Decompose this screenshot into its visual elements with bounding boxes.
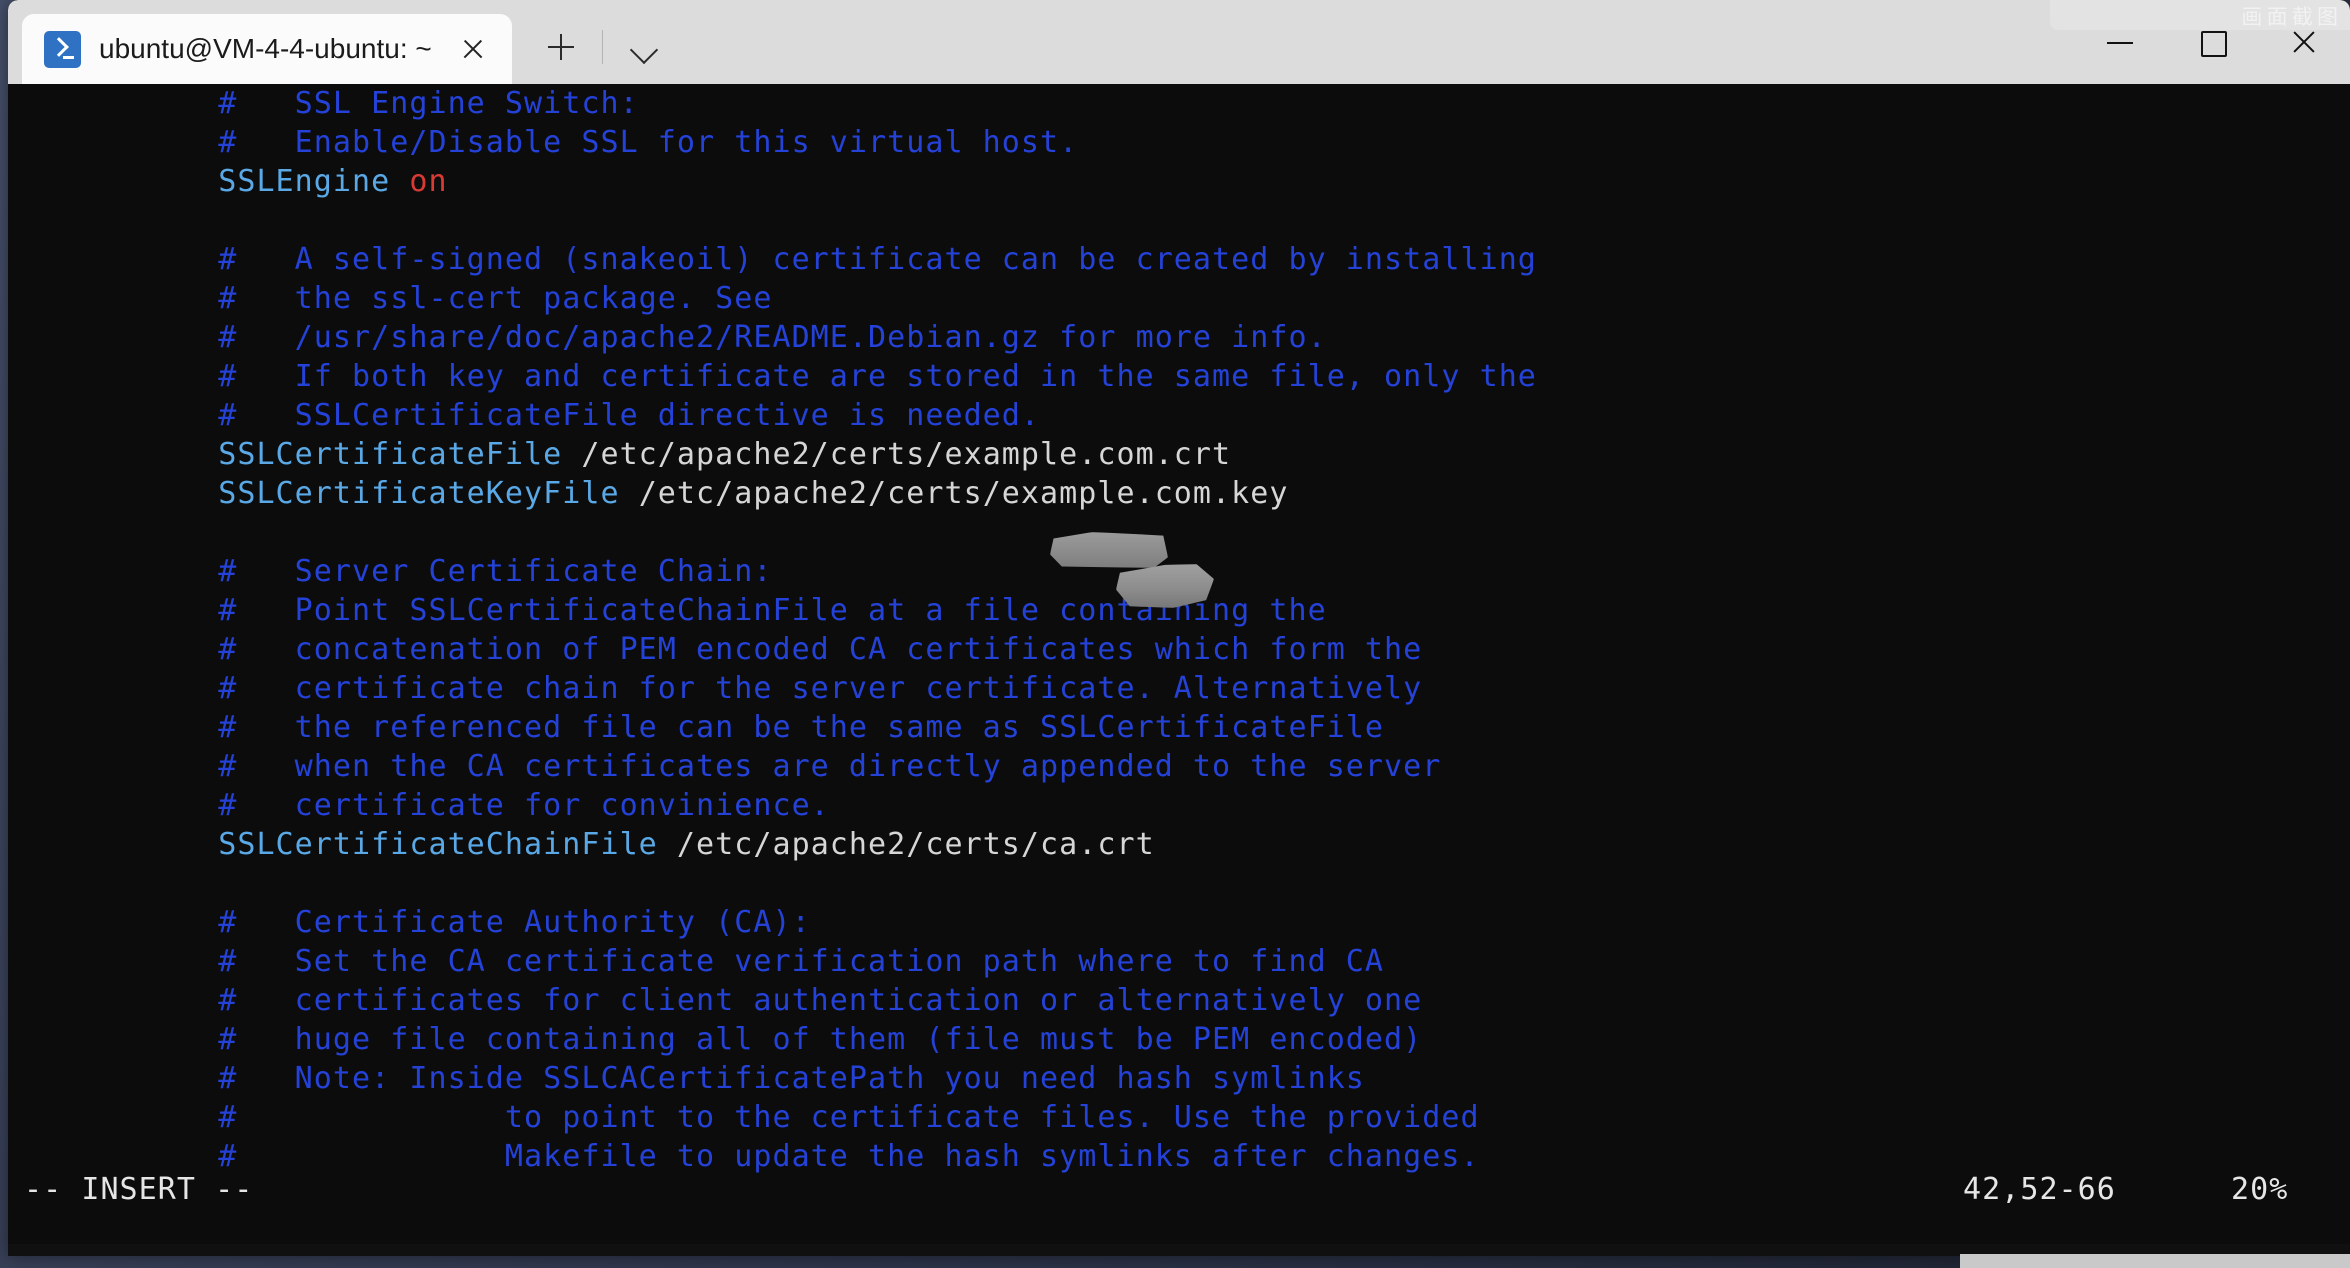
- terminal-text-span: # /usr/share/doc/apache2/README.Debian.g…: [8, 320, 1327, 355]
- terminal-text-span: /etc/apache2/certs/ca.crt: [657, 827, 1155, 862]
- maximize-icon[interactable]: [2166, 0, 2258, 84]
- terminal-text-span: # SSLCertificateFile directive is needed…: [8, 398, 1041, 433]
- terminal-text-span: on: [409, 164, 448, 199]
- terminal-line: # Server Certificate Chain:: [8, 552, 1537, 591]
- terminal-text-span: # the ssl-cert package. See: [8, 281, 773, 316]
- terminal-line: SSLEngine on: [8, 162, 1537, 201]
- terminal-text-span: # certificate for convinience.: [8, 788, 830, 823]
- terminal-line: # Point SSLCertificateChainFile at a fil…: [8, 591, 1537, 630]
- terminal-text-span: # Note: Inside SSLCACertificatePath you …: [8, 1061, 1365, 1096]
- terminal-text-span: # the referenced file can be the same as…: [8, 710, 1385, 745]
- tab-bar-divider: [601, 30, 604, 64]
- terminal-body[interactable]: # SSL Engine Switch: # Enable/Disable SS…: [8, 84, 2350, 1256]
- vim-cursor-position: 42,52-66: [1963, 1172, 2116, 1207]
- terminal-text-span: # huge file containing all of them (file…: [8, 1022, 1423, 1057]
- terminal-text-span: # Enable/Disable SSL for this virtual ho…: [8, 125, 1079, 160]
- title-bar: ubuntu@VM-4-4-ubuntu: ~ 画 面 截 图: [8, 0, 2350, 84]
- terminal-text-span: # when the CA certificates are directly …: [8, 749, 1442, 784]
- powershell-icon: [44, 30, 81, 68]
- terminal-line: # concatenation of PEM encoded CA certif…: [8, 630, 1537, 669]
- terminal-line: # huge file containing all of them (file…: [8, 1020, 1537, 1059]
- terminal-window: ubuntu@VM-4-4-ubuntu: ~ 画 面 截 图 # SSL En…: [8, 0, 2350, 1256]
- terminal-text-span: # Makefile to update the hash symlinks a…: [8, 1139, 1480, 1174]
- terminal-line: # Makefile to update the hash symlinks a…: [8, 1137, 1537, 1176]
- terminal-text-span: # to point to the certificate files. Use…: [8, 1100, 1480, 1135]
- close-tab-icon[interactable]: [450, 26, 496, 72]
- terminal-line: SSLCertificateKeyFile /etc/apache2/certs…: [8, 474, 1537, 513]
- vim-status-line: -- INSERT -- 42,52-66 20%: [8, 1172, 2350, 1212]
- terminal-line: # Certificate Authority (CA):: [8, 903, 1537, 942]
- terminal-text-span: # Certificate Authority (CA):: [8, 905, 811, 940]
- terminal-line: SSLCertificateFile /etc/apache2/certs/ex…: [8, 435, 1537, 474]
- terminal-line: # the referenced file can be the same as…: [8, 708, 1537, 747]
- terminal-text-span: # Point SSLCertificateChainFile at a fil…: [8, 593, 1327, 628]
- terminal-line: # If both key and certificate are stored…: [8, 357, 1537, 396]
- vim-mode-indicator: -- INSERT --: [24, 1172, 254, 1207]
- terminal-line: SSLCertificateChainFile /etc/apache2/cer…: [8, 825, 1537, 864]
- terminal-line: # certificates for client authentication…: [8, 981, 1537, 1020]
- chevron-down-icon[interactable]: [617, 20, 671, 74]
- tab-strip: ubuntu@VM-4-4-ubuntu: ~: [8, 0, 671, 84]
- terminal-line: # Note: Inside SSLCACertificatePath you …: [8, 1059, 1537, 1098]
- terminal-text-span: /etc/apache2/certs/example.com.crt: [562, 437, 1232, 472]
- terminal-line: # to point to the certificate files. Use…: [8, 1098, 1537, 1137]
- terminal-text-span: SSLCertificateChainFile: [8, 827, 658, 862]
- terminal-text-span: /etc/apache2/certs/example.com.key: [619, 476, 1289, 511]
- terminal-line: # SSL Engine Switch:: [8, 84, 1537, 123]
- terminal-line: # A self-signed (snakeoil) certificate c…: [8, 240, 1537, 279]
- terminal-tab[interactable]: ubuntu@VM-4-4-ubuntu: ~: [22, 14, 512, 84]
- window-controls: [2074, 0, 2350, 84]
- minimize-icon[interactable]: [2074, 0, 2166, 84]
- terminal-line: # Enable/Disable SSL for this virtual ho…: [8, 123, 1537, 162]
- vim-scroll-percent: 20%: [2231, 1172, 2289, 1207]
- terminal-text-span: # Set the CA certificate verification pa…: [8, 944, 1385, 979]
- terminal-text-span: SSLCertificateFile: [8, 437, 563, 472]
- terminal-text-span: SSLEngine: [8, 164, 410, 199]
- terminal-line: # certificate chain for the server certi…: [8, 669, 1537, 708]
- terminal-text-span: # SSL Engine Switch:: [8, 86, 639, 121]
- terminal-line: # Set the CA certificate verification pa…: [8, 942, 1537, 981]
- close-window-icon[interactable]: [2258, 0, 2350, 84]
- terminal-text-span: # A self-signed (snakeoil) certificate c…: [8, 242, 1537, 277]
- terminal-line: # SSLCertificateFile directive is needed…: [8, 396, 1537, 435]
- new-tab-icon[interactable]: [534, 20, 588, 74]
- terminal-line: # certificate for convinience.: [8, 786, 1537, 825]
- terminal-line: # the ssl-cert package. See: [8, 279, 1537, 318]
- terminal-line: # when the CA certificates are directly …: [8, 747, 1537, 786]
- terminal-text-span: # concatenation of PEM encoded CA certif…: [8, 632, 1423, 667]
- terminal-text-span: # certificate chain for the server certi…: [8, 671, 1423, 706]
- tab-title: ubuntu@VM-4-4-ubuntu: ~: [99, 33, 432, 64]
- vim-editor-text: # SSL Engine Switch: # Enable/Disable SS…: [8, 84, 1537, 1176]
- taskbar-sliver: [1960, 1254, 2350, 1268]
- terminal-line: # /usr/share/doc/apache2/README.Debian.g…: [8, 318, 1537, 357]
- terminal-text-span: # certificates for client authentication…: [8, 983, 1423, 1018]
- terminal-text-span: # Server Certificate Chain:: [8, 554, 773, 589]
- terminal-text-span: # If both key and certificate are stored…: [8, 359, 1537, 394]
- terminal-text-span: SSLCertificateKeyFile: [8, 476, 620, 511]
